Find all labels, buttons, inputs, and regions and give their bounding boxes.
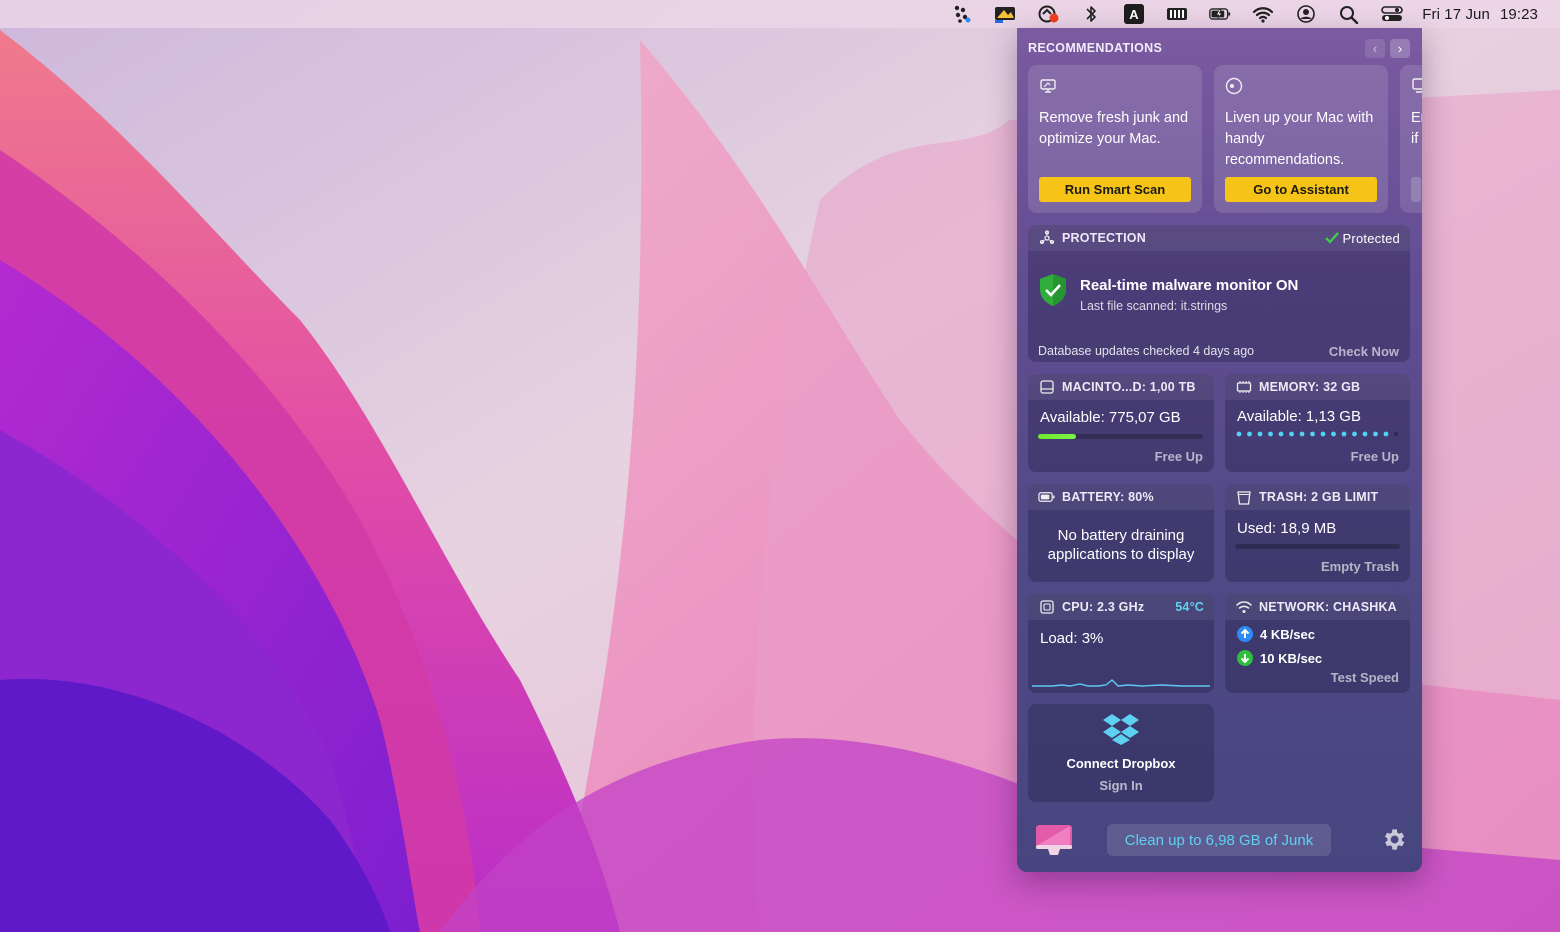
- assistant-icon: [1225, 77, 1243, 95]
- recommendation-text: Liven up your Mac with handy recommendat…: [1225, 110, 1374, 168]
- disk-usage-bar: [1038, 434, 1203, 439]
- trash-used: Used: 18,9 MB: [1237, 520, 1337, 537]
- protection-status: Protected: [1324, 230, 1400, 246]
- recommendation-card-smart-scan: Remove fresh junk and optimize your Mac.…: [1028, 65, 1202, 213]
- protection-title: PROTECTION: [1062, 231, 1146, 245]
- partial-card-button[interactable]: [1411, 177, 1421, 202]
- screen-icon[interactable]: [993, 3, 1017, 25]
- cloud-sync-icon[interactable]: [1036, 3, 1060, 25]
- disk-free-up-button[interactable]: Free Up: [1155, 449, 1203, 464]
- cpu-load-graph: [1032, 679, 1210, 687]
- memory-card: MEMORY: 32 GB Available: 1,13 GB Free Up: [1225, 374, 1410, 472]
- keyboard-input-icon[interactable]: A: [1122, 3, 1146, 25]
- disk-available: Available: 775,07 GB: [1040, 409, 1181, 426]
- control-center-icon[interactable]: [1380, 3, 1404, 25]
- cleanmymac-menu-panel: RECOMMENDATIONS ‹ › Remove fresh junk an…: [1017, 28, 1422, 872]
- network-upload: 4 KB/sec: [1237, 626, 1315, 642]
- disk-card: MACINTO...D: 1,00 TB Available: 775,07 G…: [1028, 374, 1214, 472]
- protection-status-text: Protected: [1342, 230, 1400, 246]
- menu-bar-clock[interactable]: Fri 17 Jun 19:23: [1422, 6, 1538, 23]
- cpu-chip-icon: [1038, 599, 1055, 616]
- cleanmymac-menu-icon[interactable]: [950, 3, 974, 25]
- trash-title: TRASH: 2 GB LIMIT: [1259, 490, 1379, 504]
- checkmark-icon: [1324, 232, 1339, 244]
- chevron-left-icon[interactable]: ‹: [1365, 38, 1385, 58]
- recommendation-card-assistant: Liven up your Mac with handy recommendat…: [1214, 65, 1388, 213]
- trash-icon: [1235, 489, 1252, 506]
- recommendation-card-partial: Er if: [1400, 65, 1422, 213]
- protection-card: PROTECTION Protected Real-time malware m…: [1028, 225, 1410, 362]
- dropbox-card[interactable]: Connect Dropbox Sign In: [1028, 704, 1214, 802]
- memory-pressure-dots: [1236, 431, 1398, 437]
- trash-usage-bar: [1235, 544, 1400, 549]
- clean-junk-button[interactable]: Clean up to 6,98 GB of Junk: [1107, 824, 1331, 856]
- battery-icon[interactable]: [1208, 3, 1232, 25]
- shield-check-icon: [1040, 274, 1066, 306]
- network-card: NETWORK: CHASHKA 4 KB/sec 10 KB/sec Test…: [1225, 594, 1410, 693]
- dropbox-sign-in-button[interactable]: Sign In: [1028, 778, 1214, 793]
- database-status: Database updates checked 4 days ago: [1038, 344, 1255, 358]
- cpu-header: CPU: 2.3 GHz 54°C: [1028, 594, 1214, 620]
- battery-title: BATTERY: 80%: [1062, 490, 1154, 504]
- battery-header: BATTERY: 80%: [1028, 484, 1214, 510]
- connect-dropbox-label: Connect Dropbox: [1066, 756, 1176, 771]
- memory-chip-icon: [1235, 379, 1252, 396]
- bluetooth-icon[interactable]: [1079, 3, 1103, 25]
- test-speed-button[interactable]: Test Speed: [1331, 670, 1399, 685]
- network-title: NETWORK: CHASHKA: [1259, 600, 1397, 614]
- memory-header: MEMORY: 32 GB: [1225, 374, 1410, 400]
- battery-small-icon: [1038, 489, 1055, 506]
- run-smart-scan-button[interactable]: Run Smart Scan: [1039, 177, 1191, 202]
- recommendation-text: Remove fresh junk and optimize your Mac.: [1039, 110, 1189, 147]
- dropbox-icon: [1103, 714, 1139, 745]
- chevron-right-icon[interactable]: ›: [1390, 38, 1410, 58]
- network-download: 10 KB/sec: [1237, 650, 1322, 666]
- recommendations-pager: ‹ ›: [1365, 38, 1410, 58]
- spotlight-icon[interactable]: [1337, 3, 1361, 25]
- last-file-scanned: Last file scanned: it.strings: [1080, 299, 1228, 313]
- memory-title: MEMORY: 32 GB: [1259, 380, 1361, 394]
- empty-trash-button[interactable]: Empty Trash: [1321, 559, 1399, 574]
- recommendations-title: RECOMMENDATIONS: [1028, 41, 1163, 55]
- check-now-button[interactable]: Check Now: [1329, 344, 1399, 359]
- disk-header: MACINTO...D: 1,00 TB: [1028, 374, 1214, 400]
- memory-free-up-button[interactable]: Free Up: [1351, 449, 1399, 464]
- download-arrow-icon: [1237, 650, 1253, 666]
- upload-arrow-icon: [1237, 626, 1253, 642]
- trash-header: TRASH: 2 GB LIMIT: [1225, 484, 1410, 510]
- download-speed: 10 KB/sec: [1260, 650, 1323, 666]
- battery-message: No battery draining applications to disp…: [1047, 527, 1195, 563]
- network-header: NETWORK: CHASHKA: [1225, 594, 1410, 620]
- disk-usage-fill: [1038, 434, 1076, 439]
- gear-icon[interactable]: [1380, 826, 1407, 853]
- battery-card: BATTERY: 80% No battery draining applica…: [1028, 484, 1214, 582]
- cpu-title: CPU: 2.3 GHz: [1062, 600, 1145, 614]
- menu-bar-time: 19:23: [1499, 5, 1538, 23]
- monitor-clean-icon: [1040, 79, 1056, 93]
- hard-drive-icon: [1038, 379, 1055, 396]
- upload-speed: 4 KB/sec: [1260, 626, 1315, 642]
- memory-available: Available: 1,13 GB: [1237, 408, 1361, 425]
- cleanmymac-logo-icon[interactable]: [1034, 823, 1074, 857]
- partial-card-icon: [1412, 78, 1422, 93]
- cpu-load: Load: 3%: [1040, 630, 1104, 647]
- recommendations-header: RECOMMENDATIONS ‹ ›: [1028, 38, 1410, 58]
- biohazard-icon: [1038, 230, 1055, 247]
- disk-title: MACINTO...D: 1,00 TB: [1062, 380, 1196, 394]
- wifi-icon[interactable]: [1251, 3, 1275, 25]
- input-source-label: A: [1130, 7, 1140, 22]
- trash-card: TRASH: 2 GB LIMIT Used: 18,9 MB Empty Tr…: [1225, 484, 1410, 582]
- recommendations-carousel: Remove fresh junk and optimize your Mac.…: [1028, 65, 1422, 213]
- wifi-small-icon: [1235, 599, 1252, 616]
- recommendation-text: Er if: [1411, 110, 1422, 147]
- malware-monitor-title: Real-time malware monitor ON: [1080, 277, 1299, 294]
- go-to-assistant-button[interactable]: Go to Assistant: [1225, 177, 1377, 202]
- cpu-temperature: 54°C: [1175, 600, 1204, 614]
- memory-icon[interactable]: [1165, 3, 1189, 25]
- protection-header: PROTECTION Protected: [1028, 225, 1410, 251]
- menu-bar: A Fri 17 Jun 19:23: [0, 0, 1560, 28]
- menu-bar-date: Fri 17 Jun: [1422, 5, 1490, 23]
- user-icon[interactable]: [1294, 3, 1318, 25]
- cpu-card: CPU: 2.3 GHz 54°C Load: 3%: [1028, 594, 1214, 693]
